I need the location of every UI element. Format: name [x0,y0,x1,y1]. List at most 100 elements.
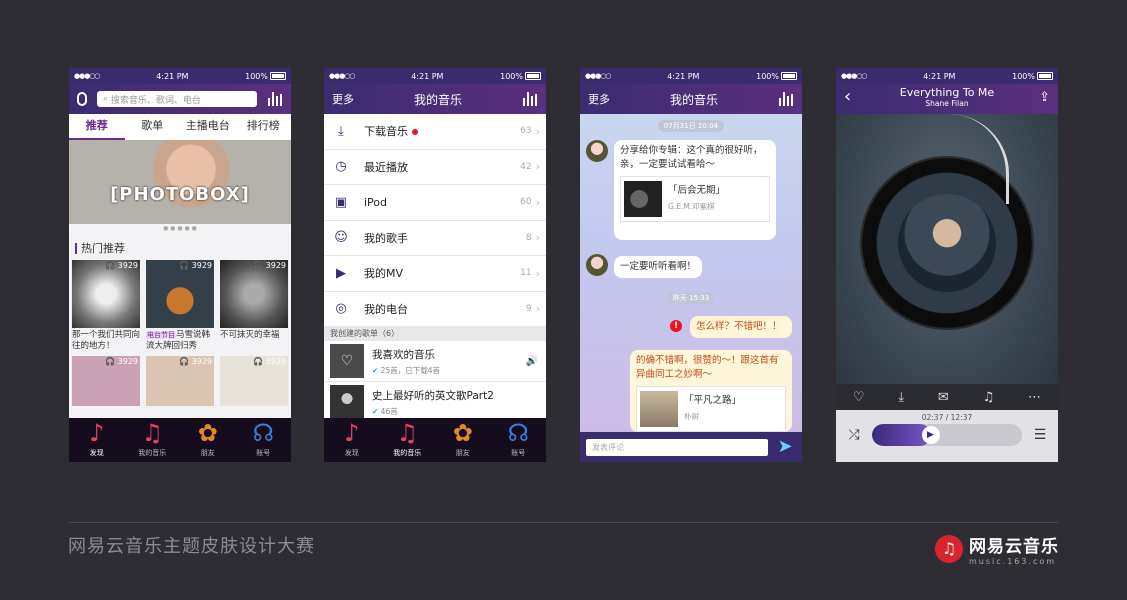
tile-cover: 🎧 3929 [220,356,288,406]
playlist-title: 我喜欢的音乐 [372,348,435,361]
playlist-row[interactable]: 史上最好听的英文歌Part2 ✔ 46首 [324,382,546,423]
comment-icon[interactable]: ✉ [938,390,949,405]
shared-album-card[interactable]: 「平凡之路」 朴树 [636,386,786,432]
banner[interactable]: [PHOTOBOX] [69,140,291,224]
clock-icon: ◷ [335,159,347,175]
row-recent[interactable]: ◷ 最近播放 42 › [324,149,546,185]
recommend-tile[interactable]: 🎧 3929 [220,356,288,406]
chevron-right-icon: › [535,124,540,138]
battery-icon [525,72,541,80]
tab-charts[interactable]: 排行榜 [236,114,292,140]
more-button[interactable]: 更多 [588,91,610,107]
battery-icon [1037,72,1053,80]
like-icon[interactable]: ♡ [853,390,865,405]
playlist-cover [330,385,364,419]
nav-my-music[interactable]: ♫ 我的音乐 [385,418,429,462]
message-text: 分享给你专辑：这个真的很好听，亲，一定要试试看哈～ [620,145,763,170]
playlist-icon[interactable]: ☰ [1030,427,1050,443]
play-count: 🎧 3929 [179,357,212,366]
nav-account[interactable]: ☊ 账号 [241,418,285,462]
section-title: 热门推荐 [69,234,291,260]
row-singers[interactable]: ☺ 我的歌手 8 › [324,220,546,256]
playlist-row[interactable]: ♡ 我喜欢的音乐 ✔ 25首，已下载4首 🔊 [324,341,546,382]
nav-account[interactable]: ☊ 账号 [496,418,540,462]
battery-indicator: 100% [500,72,541,81]
row-mv[interactable]: ▶ 我的MV 11 › [324,256,546,292]
recommend-tile[interactable]: 🎧 3929 [72,356,140,406]
comment-composer: 发表评论 ➤ [580,432,802,462]
playlist-sub: ✔ 25首，已下载4首 [372,365,440,375]
play-count: 🎧 3929 [105,357,138,366]
download-icon[interactable]: ⤓ [898,390,904,405]
note-icon[interactable]: ♫ [983,390,995,405]
battery-indicator: 100% [756,72,797,81]
chevron-right-icon: › [535,266,540,280]
row-downloads[interactable]: ⤓ 下载音乐 63 › [324,114,546,150]
back-icon[interactable]: ‹ [844,86,851,107]
nav-friends[interactable]: ✿ 朋友 [441,418,485,462]
play-button[interactable]: ▶ [921,426,940,444]
status-time: 4:21 PM [156,71,189,81]
shared-album-card[interactable]: 「后会无期」 G.E.M.邓紫棋 [620,176,770,222]
recommend-tile[interactable]: 🎧 3929 电台节目马雪说韩流大牌回归秀 [146,260,214,356]
speaker-icon: 🔊 [525,355,538,367]
artist-name: Shane Filan [925,99,969,108]
tab-playlists[interactable]: 歌单 [125,114,181,140]
top-navbar: 更多 我的音乐 [580,84,802,114]
tab-recommend[interactable]: 推荐 [69,114,125,140]
banner-pager: ● ● ● ● ● [69,224,291,234]
nav-my-music[interactable]: ♫ 我的音乐 [130,418,174,462]
avatar[interactable] [586,254,608,276]
status-bar: ●●●○○ 4:21 PM 100% [836,68,1058,84]
now-playing-icon[interactable] [522,92,538,106]
top-navbar: 更多 我的音乐 [324,84,546,114]
download-icon: ⤓ [338,123,344,139]
shuffle-icon[interactable]: ⤮ [844,427,864,443]
album-art [898,194,996,292]
share-icon[interactable]: ⇪ [1039,90,1050,105]
page-title: 我的音乐 [669,92,718,107]
recommend-tile[interactable]: 🎧 3929 那一个我们共同向往的地方！ [72,260,140,356]
album-title: 「平凡之路」 [684,395,742,406]
signal-icon: ●●●○○ [74,72,101,80]
now-playing-icon[interactable] [267,92,283,106]
brand-logo: ♫ 网易云音乐 music.163.com [935,532,1059,566]
tab-radio[interactable]: 主播电台 [180,114,236,140]
search-input[interactable]: ⌕ 搜索音乐、歌词、电台 [97,91,257,107]
comment-input[interactable]: 发表评论 [586,438,768,456]
nav-friends[interactable]: ✿ 朋友 [186,418,230,462]
nav-discover[interactable]: ♪ 发现 [75,418,119,462]
footer-title: 网易云音乐主题皮肤设计大赛 [68,536,315,557]
send-failed-icon[interactable]: ! [670,320,682,332]
microphone-icon[interactable] [77,92,87,106]
avatar[interactable] [586,140,608,162]
phone-my-music: ●●●○○ 4:21 PM 100% 更多 我的音乐 ⤓ 下载音乐 63 › ◷ … [324,68,546,462]
status-time: 4:21 PM [923,71,956,81]
bottom-nav: ♪ 发现 ♫ 我的音乐 ✿ 朋友 ☊ 账号 [324,418,546,462]
play-count: 🎧 3929 [253,357,286,366]
recommend-tile[interactable]: 🎧 3929 不可抹灭的幸福 [220,260,288,356]
more-icon[interactable]: ⋯ [1028,390,1041,405]
chevron-right-icon: › [535,160,540,174]
tile-cover: 🎧 3929 [72,356,140,406]
recommend-tile[interactable]: 🎧 3929 [146,356,214,406]
more-button[interactable]: 更多 [332,91,354,107]
send-icon[interactable]: ➤ [774,438,796,456]
tile-cover: 🎧 3929 [146,356,214,406]
nav-discover[interactable]: ♪ 发现 [330,418,374,462]
now-playing-icon[interactable] [778,92,794,106]
chevron-right-icon: › [535,302,540,316]
row-ipod[interactable]: ▣ iPod 60 › [324,185,546,221]
radio-tag: 电台节目 [146,331,176,339]
footer-divider [68,522,1058,523]
playlist-section-header: 我创建的歌单（6） [324,327,546,341]
tile-cover: 🎧 3929 [220,260,288,328]
tile-cover: 🎧 3929 [146,260,214,328]
search-icon: ⌕ [103,94,111,104]
row-radio[interactable]: ◎ 我的电台 9 › [324,291,546,327]
message-bubble: 分享给你专辑：这个真的很好听，亲，一定要试试看哈～ 「后会无期」 G.E.M.邓紫… [614,140,776,240]
progress-slider[interactable]: ▶ [872,424,1022,446]
timestamp: 昨天 15:33 [666,292,716,304]
chat-area[interactable]: 07月31日 20:04 分享给你专辑：这个真的很好听，亲，一定要试试看哈～ 「… [580,114,802,432]
status-bar: ●●●○○ 4:21 PM 100% [324,68,546,84]
